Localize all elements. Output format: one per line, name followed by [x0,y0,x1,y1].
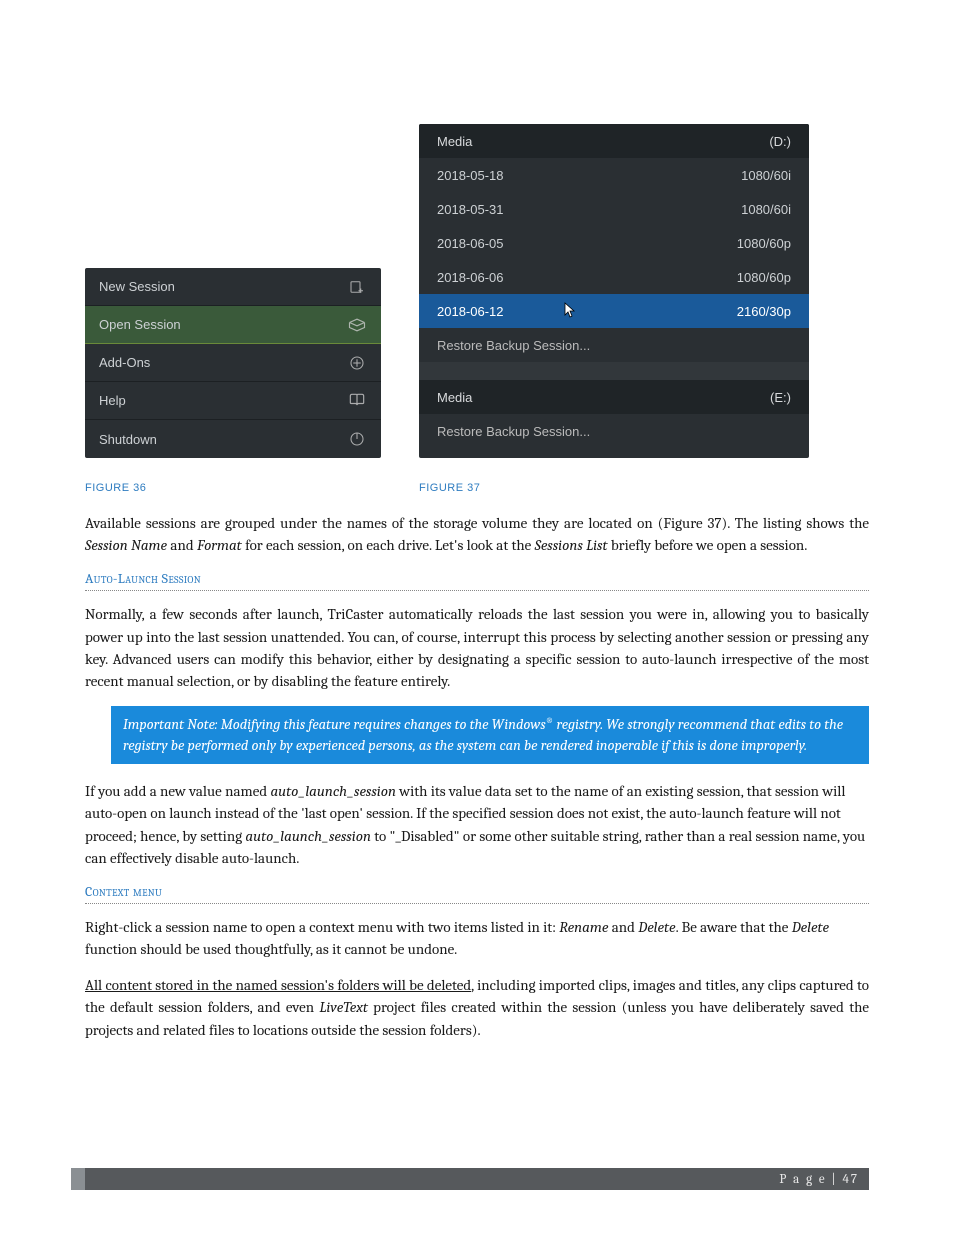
menu-label: Shutdown [99,432,157,447]
cursor-icon [564,302,576,321]
session-name: 2018-06-05 [437,236,504,251]
paragraph-intro: Available sessions are grouped under the… [85,512,869,556]
session-format: 1080/60p [737,270,791,285]
volume-letter: (D:) [769,134,791,149]
shutdown-icon [347,429,367,449]
paragraph-auto-launch: Normally, a few seconds after launch, Tr… [85,603,869,692]
page-footer: P a g e | 47 [71,1168,869,1190]
session-name: 2018-06-06 [437,270,504,285]
restore-backup-e[interactable]: Restore Backup Session... [419,414,809,448]
menu-addons[interactable]: Add-Ons [85,344,381,382]
page-number: P a g e | 47 [779,1172,859,1187]
volume-header-e[interactable]: Media (E:) [419,380,809,414]
menu-shutdown[interactable]: Shutdown [85,420,381,458]
menu-open-session[interactable]: Open Session [85,306,381,344]
figure-caption-36: FIGURE 36 [85,482,381,494]
paragraph-context-2: All content stored in the named session'… [85,974,869,1041]
session-row-selected[interactable]: 2018-06-12 2160/30p [419,294,809,328]
figure-caption-37: FIGURE 37 [419,482,809,494]
open-session-icon [347,315,367,335]
new-session-icon [347,277,367,297]
session-name: 2018-05-31 [437,202,504,217]
session-name: 2018-06-12 [437,304,504,319]
heading-auto-launch: Auto-Launch Session [85,570,869,591]
restore-backup-d[interactable]: Restore Backup Session... [419,328,809,362]
menu-label: New Session [99,279,175,294]
heading-context-menu: Context menu [85,883,869,904]
volume-header-d[interactable]: Media (D:) [419,124,809,158]
paragraph-context-1: Right-click a session name to open a con… [85,916,869,960]
important-note: Important Note: Modifying this feature r… [111,706,869,764]
session-name: 2018-05-18 [437,168,504,183]
restore-label: Restore Backup Session... [437,338,590,353]
session-row[interactable]: 2018-05-18 1080/60i [419,158,809,192]
session-row[interactable]: 2018-06-05 1080/60p [419,226,809,260]
session-format: 1080/60p [737,236,791,251]
paragraph-auto-launch-2: If you add a new value named auto_launch… [85,780,869,869]
menu-help[interactable]: Help [85,382,381,420]
menu-label: Help [99,393,126,408]
menu-label: Add-Ons [99,355,150,370]
addons-icon [347,353,367,373]
session-row[interactable]: 2018-06-06 1080/60p [419,260,809,294]
restore-label: Restore Backup Session... [437,424,590,439]
session-format: 1080/60i [741,168,791,183]
session-format: 2160/30p [737,304,791,319]
menu-label: Open Session [99,317,181,332]
volume-name: Media [437,134,472,149]
help-icon [347,391,367,411]
session-row[interactable]: 2018-05-31 1080/60i [419,192,809,226]
volume-letter: (E:) [770,390,791,405]
session-format: 1080/60i [741,202,791,217]
sessions-list-panel: Media (D:) 2018-05-18 1080/60i 2018-05-3… [419,124,809,458]
launch-menu-panel: New Session Open Session Add-Ons [85,268,381,458]
menu-new-session[interactable]: New Session [85,268,381,306]
volume-name: Media [437,390,472,405]
